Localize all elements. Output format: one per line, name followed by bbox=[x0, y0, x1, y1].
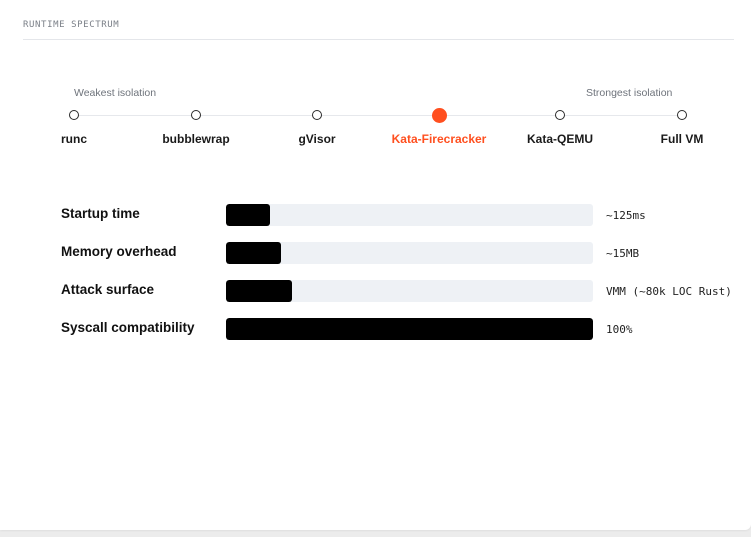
metric-bar-fill-syscall-compatibility bbox=[226, 318, 593, 340]
metric-bar-startup-time bbox=[226, 204, 593, 226]
runtime-label-kata-firecracker[interactable]: Kata-Firecracker bbox=[392, 132, 487, 146]
metric-value-startup-time: ~125ms bbox=[606, 209, 646, 222]
metric-bar-memory-overhead bbox=[226, 242, 593, 264]
runtime-node-gvisor[interactable] bbox=[312, 110, 322, 120]
metric-label-memory-overhead: Memory overhead bbox=[61, 244, 177, 259]
metric-value-memory-overhead: ~15MB bbox=[606, 247, 640, 260]
runtime-label-gvisor[interactable]: gVisor bbox=[298, 132, 335, 146]
runtime-spectrum-panel: RUNTIME SPECTRUM Weakest isolation Stron… bbox=[0, 0, 751, 530]
runtime-label-runc[interactable]: runc bbox=[61, 132, 87, 146]
metric-bar-fill-memory-overhead bbox=[226, 242, 281, 264]
metric-bar-attack-surface bbox=[226, 280, 593, 302]
metric-label-syscall-compatibility: Syscall compatibility bbox=[61, 320, 195, 335]
metric-bar-fill-attack-surface bbox=[226, 280, 292, 302]
metric-label-startup-time: Startup time bbox=[61, 206, 140, 221]
runtime-node-kata-qemu[interactable] bbox=[555, 110, 565, 120]
spectrum-track bbox=[74, 115, 682, 116]
runtime-label-full-vm[interactable]: Full VM bbox=[661, 132, 704, 146]
metric-value-attack-surface: VMM (~80k LOC Rust) bbox=[606, 285, 732, 298]
strongest-isolation-label: Strongest isolation bbox=[586, 87, 673, 99]
runtime-node-runc[interactable] bbox=[69, 110, 79, 120]
metric-bar-fill-startup-time bbox=[226, 204, 270, 226]
section-header: RUNTIME SPECTRUM bbox=[23, 14, 734, 40]
runtime-label-bubblewrap[interactable]: bubblewrap bbox=[162, 132, 229, 146]
runtime-node-full-vm[interactable] bbox=[677, 110, 687, 120]
section-title: RUNTIME SPECTRUM bbox=[23, 20, 120, 30]
metric-bar-syscall-compatibility bbox=[226, 318, 593, 340]
metric-value-syscall-compatibility: 100% bbox=[606, 323, 633, 336]
runtime-node-bubblewrap[interactable] bbox=[191, 110, 201, 120]
weakest-isolation-label: Weakest isolation bbox=[74, 87, 157, 99]
runtime-node-kata-firecracker[interactable] bbox=[431, 107, 447, 123]
runtime-label-kata-qemu[interactable]: Kata-QEMU bbox=[527, 132, 593, 146]
metric-label-attack-surface: Attack surface bbox=[61, 282, 155, 297]
